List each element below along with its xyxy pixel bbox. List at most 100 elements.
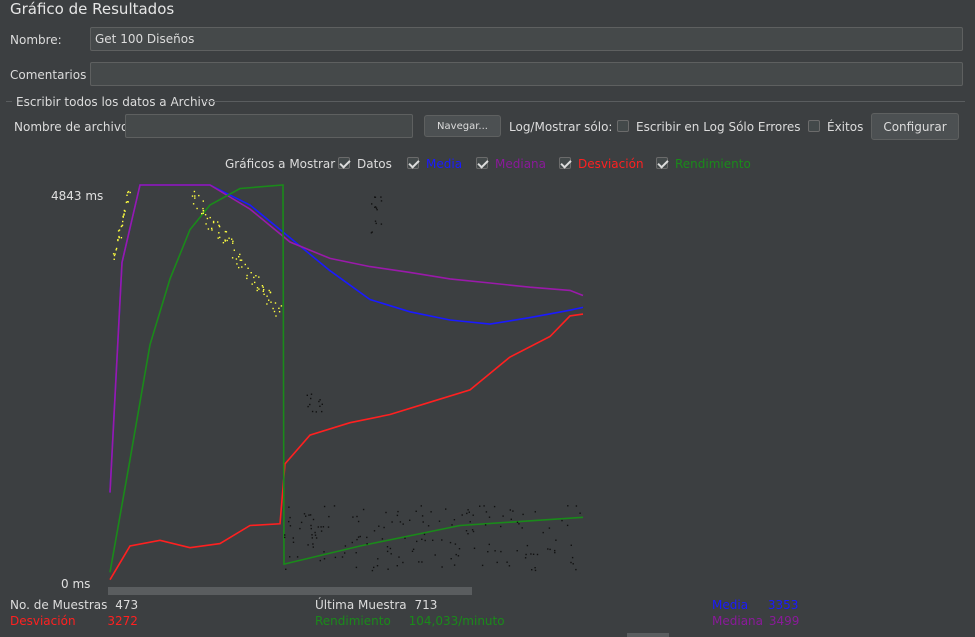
data-point [512, 510, 514, 512]
data-point [418, 561, 420, 563]
data-point [362, 508, 365, 511]
mean-checkbox[interactable] [407, 157, 419, 169]
data-point [472, 530, 475, 533]
data-point [194, 197, 196, 199]
data-point [115, 247, 118, 250]
data-point [262, 286, 264, 288]
data-checkbox[interactable] [338, 157, 350, 169]
data-point [467, 533, 469, 535]
data-point [318, 400, 320, 403]
samples-stat: No. de Muestras 473 [10, 598, 138, 612]
data-point [124, 210, 126, 212]
data-point [387, 568, 389, 570]
data-point [268, 299, 270, 301]
results-graph: 4843 ms 0 ms [51, 184, 584, 595]
data-point [374, 206, 376, 208]
data-point [292, 541, 295, 543]
data-point [508, 565, 511, 567]
data-point [356, 538, 358, 541]
data-point [579, 512, 581, 514]
data-point [389, 547, 392, 550]
data-point [315, 537, 318, 539]
data-point [192, 203, 195, 205]
throughput-checkbox[interactable] [656, 157, 668, 169]
data-point [240, 259, 243, 261]
data-point [488, 543, 490, 546]
data-point [211, 227, 213, 230]
data-point [246, 277, 248, 280]
data-point [239, 253, 241, 256]
data-point [311, 537, 313, 539]
data-point [422, 521, 424, 523]
data-point [386, 550, 389, 553]
graph-scrollbar[interactable] [108, 587, 472, 595]
data-point [266, 303, 268, 305]
name-input[interactable] [90, 27, 963, 51]
data-point [385, 511, 387, 514]
data-point [303, 513, 306, 515]
configure-button[interactable]: Configurar [871, 113, 959, 140]
data-point [317, 526, 319, 528]
throughput-option-label: Rendimiento [675, 157, 751, 171]
data-point [547, 548, 549, 550]
data-point [500, 525, 502, 528]
data-point [311, 534, 313, 536]
data-point [571, 556, 574, 559]
data-point [380, 223, 383, 225]
bottom-scroll-handle[interactable] [627, 633, 669, 637]
data-point [344, 552, 346, 554]
data-point [380, 196, 382, 198]
data-point [327, 526, 330, 528]
data-point [430, 511, 432, 513]
deviation-value: 3272 [107, 614, 138, 628]
data-point [246, 274, 248, 277]
data-point [127, 201, 129, 203]
data-point [194, 195, 196, 197]
data-point [386, 546, 389, 548]
data-point [288, 520, 290, 523]
name-label: Nombre: [10, 33, 62, 47]
data-point [207, 228, 210, 230]
data-point [310, 393, 313, 395]
series-desviación-line [109, 313, 584, 581]
data-point [117, 239, 119, 241]
data-point [127, 191, 129, 194]
data-point [416, 540, 418, 543]
data-point [198, 194, 200, 197]
median-checkbox[interactable] [476, 157, 488, 169]
data-point [222, 242, 225, 244]
errors-only-checkbox[interactable] [617, 120, 629, 132]
data-point [555, 539, 557, 541]
data-point [254, 281, 256, 284]
comments-input[interactable] [90, 62, 963, 86]
y-max-label: 4843 ms [51, 189, 103, 203]
data-point [344, 545, 347, 547]
data-point [272, 307, 274, 310]
data-point [465, 530, 468, 532]
data-point [554, 549, 556, 552]
data-point [212, 220, 215, 223]
data-point [427, 525, 430, 527]
filename-input[interactable] [125, 114, 413, 138]
data-point [253, 276, 255, 279]
deviation-checkbox[interactable] [559, 157, 571, 169]
data-point [296, 556, 299, 558]
data-point [323, 551, 325, 553]
data-point [278, 307, 280, 309]
data-point [454, 543, 457, 545]
data-point [567, 505, 569, 507]
data-point [455, 553, 457, 556]
data-point [423, 533, 426, 536]
data-point [572, 563, 574, 565]
data-point [278, 311, 281, 313]
data-point [314, 534, 317, 536]
deviation-option-label: Desviación [578, 157, 644, 171]
data-point [312, 518, 315, 521]
data-point [376, 565, 379, 567]
successes-checkbox[interactable] [808, 120, 820, 132]
data-point [548, 527, 551, 529]
browse-button[interactable]: Navegar... [424, 115, 501, 137]
data-point [483, 505, 485, 507]
data-point [322, 526, 325, 528]
data-point [472, 514, 474, 516]
